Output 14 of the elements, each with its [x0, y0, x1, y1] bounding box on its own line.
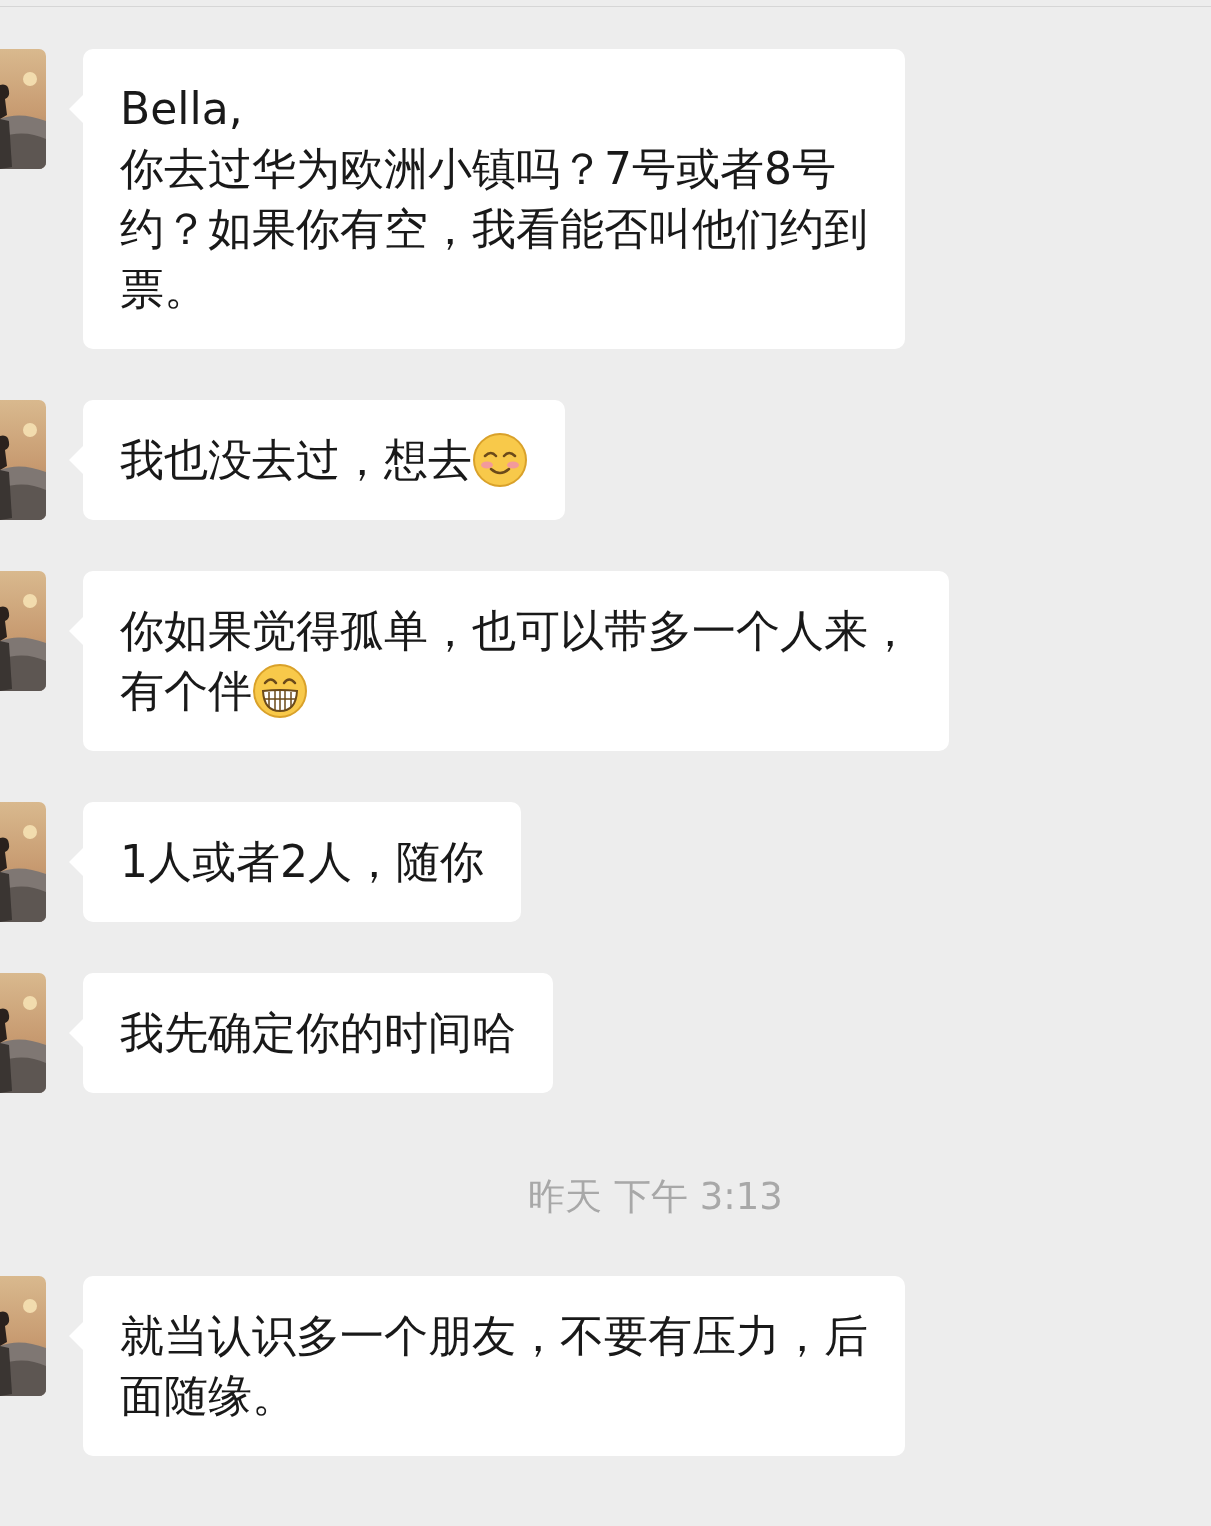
message-text: 你去过华为欧洲小镇吗？7号或者8号 — [120, 142, 836, 196]
smiling-face-icon — [472, 432, 528, 488]
message-text: 约？如果你有空，我看能否叫他们约到 — [120, 202, 868, 256]
message-text: 面随缘。 — [120, 1369, 296, 1423]
timestamp: 昨天 下午 3:13 — [528, 1176, 783, 1218]
message-text: 就当认识多一个朋友，不要有压力，后 — [120, 1309, 868, 1363]
message-text: 票。 — [120, 262, 208, 316]
message-text: 我先确定你的时间哈 — [120, 1006, 516, 1060]
message-text: 1人或者2人，随你 — [120, 835, 484, 889]
grinning-face-icon — [252, 663, 308, 719]
message-text: Bella, — [120, 82, 243, 136]
message-text: 有个伴 — [120, 664, 252, 718]
message-text: 你如果觉得孤单，也可以带多一个人来， — [120, 604, 912, 658]
message-text: 我也没去过，想去 — [120, 433, 472, 487]
